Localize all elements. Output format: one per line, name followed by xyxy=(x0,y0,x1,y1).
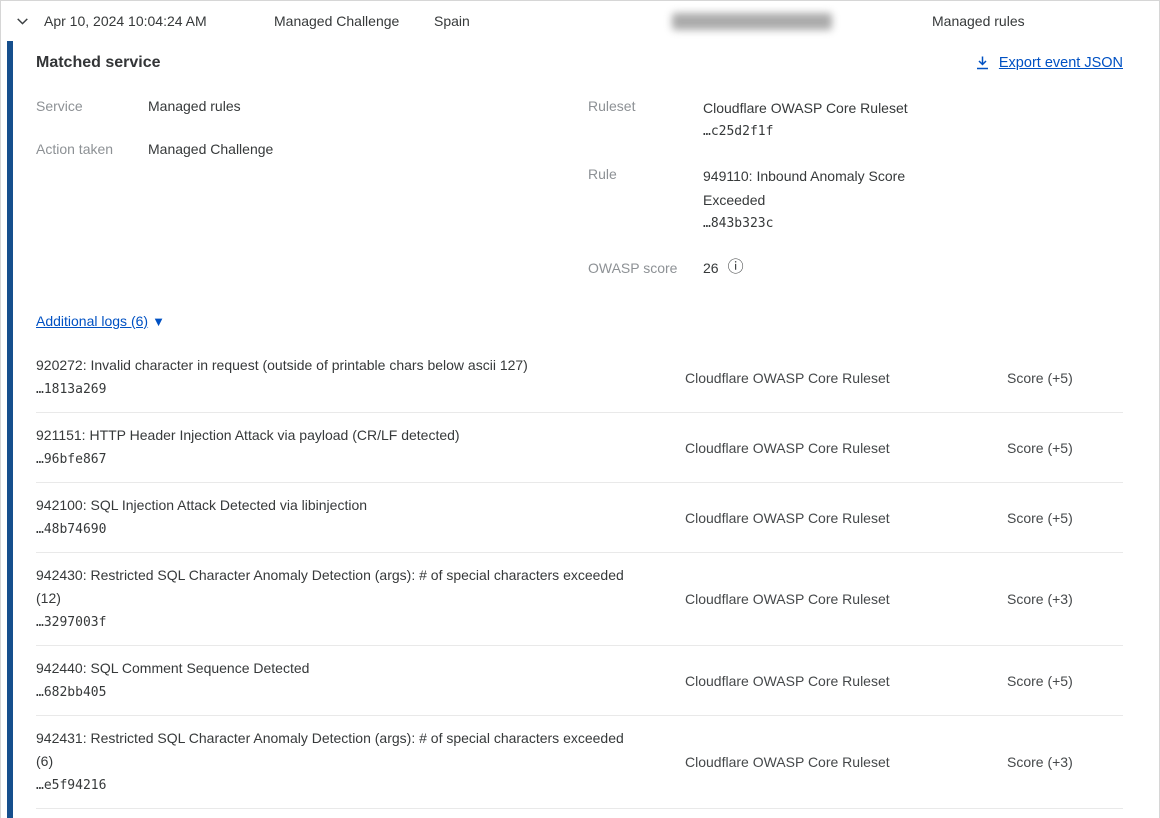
log-ruleset: Cloudflare OWASP Core Ruleset xyxy=(685,440,1007,456)
rule-field: Rule 949110: Inbound Anomaly Score Excee… xyxy=(588,164,953,236)
event-timestamp: Apr 10, 2024 10:04:24 AM xyxy=(44,13,274,29)
log-row: 920272: Invalid character in request (ou… xyxy=(36,343,1123,413)
log-row: 942100: SQL Injection Attack Detected vi… xyxy=(36,483,1123,553)
event-detail-panel: Matched service Export event JSON Servic… xyxy=(7,41,1134,818)
export-event-json-label: Export event JSON xyxy=(999,55,1123,71)
rule-name: 949110: Inbound Anomaly Score Exceeded xyxy=(703,164,953,212)
redacted-value xyxy=(672,13,832,30)
log-rule-hash: …48b74690 xyxy=(36,518,645,541)
event-summary-row: Apr 10, 2024 10:04:24 AM Managed Challen… xyxy=(1,1,1159,41)
rule-hash: …843b323c xyxy=(703,212,953,236)
rule-label: Rule xyxy=(588,164,703,236)
owasp-score-field: OWASP score 26 ⓘ xyxy=(588,256,953,280)
log-rule-hash: …e5f94216 xyxy=(36,774,645,797)
log-score: Score (+5) xyxy=(1007,440,1123,456)
log-rule-hash: …3297003f xyxy=(36,611,645,634)
ruleset-label: Ruleset xyxy=(588,96,703,144)
log-rule-description: 921151: HTTP Header Injection Attack via… xyxy=(36,424,636,447)
additional-logs-link[interactable]: Additional logs (6) xyxy=(36,313,148,329)
log-rule-description: 942431: Restricted SQL Character Anomaly… xyxy=(36,727,636,773)
log-rule-hash: …96bfe867 xyxy=(36,448,645,471)
detail-titlebar: Matched service Export event JSON xyxy=(36,54,1123,72)
collapse-row-button[interactable] xyxy=(14,13,44,30)
service-label: Service xyxy=(36,96,148,116)
event-service: Managed rules xyxy=(932,13,1159,29)
ruleset-hash: …c25d2f1f xyxy=(703,120,908,144)
log-ruleset: Cloudflare OWASP Core Ruleset xyxy=(685,673,1007,689)
event-country: Spain xyxy=(434,13,672,29)
service-field: Service Managed rules xyxy=(36,96,588,116)
log-rule-hash: …682bb405 xyxy=(36,681,645,704)
action-taken-value: Managed Challenge xyxy=(148,139,273,159)
event-action: Managed Challenge xyxy=(274,13,434,29)
log-ruleset: Cloudflare OWASP Core Ruleset xyxy=(685,754,1007,770)
ruleset-name: Cloudflare OWASP Core Ruleset xyxy=(703,96,908,120)
action-taken-field: Action taken Managed Challenge xyxy=(36,139,588,159)
log-row: 942430: Restricted SQL Character Anomaly… xyxy=(36,553,1123,646)
log-row: 921151: HTTP Header Injection Attack via… xyxy=(36,413,1123,483)
log-ruleset: Cloudflare OWASP Core Ruleset xyxy=(685,370,1007,386)
export-event-json-link[interactable]: Export event JSON xyxy=(975,55,1123,71)
matched-service-title: Matched service xyxy=(36,54,161,72)
owasp-score-label: OWASP score xyxy=(588,258,703,278)
log-rule-description: 942440: SQL Comment Sequence Detected xyxy=(36,657,636,680)
log-score: Score (+3) xyxy=(1007,754,1123,770)
log-row: 942440: SQL Comment Sequence Detected …6… xyxy=(36,646,1123,716)
log-rule-hash: …1813a269 xyxy=(36,378,645,401)
action-taken-label: Action taken xyxy=(36,139,148,159)
chevron-down-icon xyxy=(14,13,31,30)
info-icon[interactable]: ⓘ xyxy=(728,260,744,276)
download-icon xyxy=(975,55,990,71)
firewall-event-panel: Apr 10, 2024 10:04:24 AM Managed Challen… xyxy=(0,0,1160,818)
log-score: Score (+3) xyxy=(1007,591,1123,607)
ruleset-field: Ruleset Cloudflare OWASP Core Ruleset …c… xyxy=(588,96,953,144)
log-ruleset: Cloudflare OWASP Core Ruleset xyxy=(685,591,1007,607)
owasp-score-value: 26 xyxy=(703,256,719,280)
log-score: Score (+5) xyxy=(1007,510,1123,526)
log-row: 942431: Restricted SQL Character Anomaly… xyxy=(36,716,1123,809)
service-value: Managed rules xyxy=(148,96,241,116)
matched-service-fields: Service Managed rules Action taken Manag… xyxy=(36,96,1123,300)
log-rule-description: 942100: SQL Injection Attack Detected vi… xyxy=(36,494,636,517)
log-ruleset: Cloudflare OWASP Core Ruleset xyxy=(685,510,1007,526)
caret-down-icon: ▼ xyxy=(152,315,165,328)
log-rule-description: 920272: Invalid character in request (ou… xyxy=(36,354,636,377)
log-rule-description: 942430: Restricted SQL Character Anomaly… xyxy=(36,564,636,610)
log-score: Score (+5) xyxy=(1007,673,1123,689)
log-score: Score (+5) xyxy=(1007,370,1123,386)
additional-logs-table: 920272: Invalid character in request (ou… xyxy=(36,343,1123,809)
